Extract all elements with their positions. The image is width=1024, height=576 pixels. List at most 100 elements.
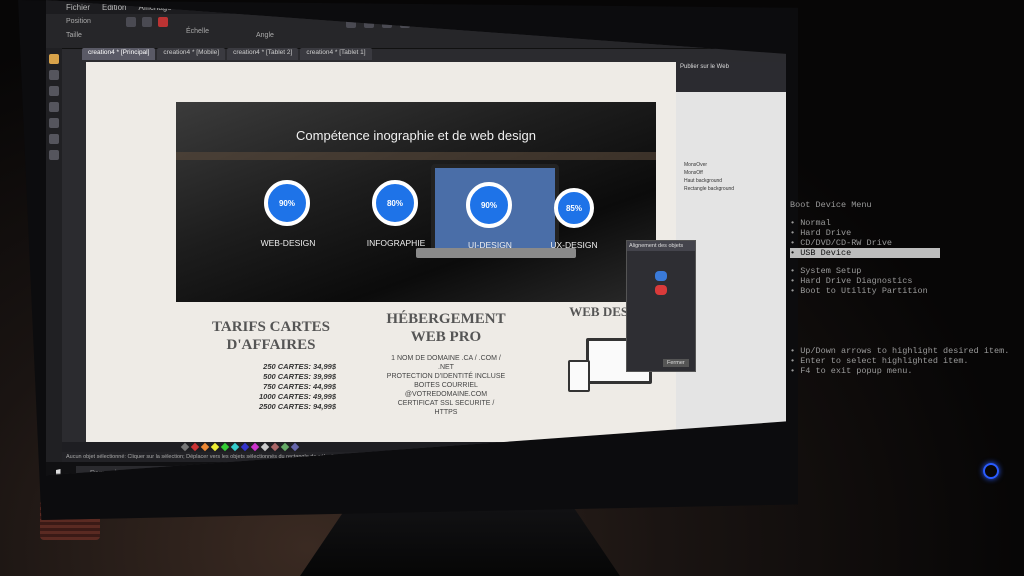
skill-circle: 90% — [466, 182, 512, 228]
swatch[interactable] — [270, 442, 280, 452]
text-tool-icon[interactable] — [49, 102, 59, 112]
align-red-icon[interactable] — [655, 285, 667, 295]
list-item: 750 CARTES: 44,99$ — [263, 382, 336, 391]
menu-aide[interactable]: Aide — [297, 3, 313, 12]
angle-label: Angle — [256, 32, 274, 39]
delete-icon[interactable] — [158, 17, 168, 27]
layer-item[interactable]: MonsOff — [684, 170, 744, 176]
list-item: 500 CARTES: 39,99$ — [263, 372, 336, 381]
skill-label: UI-DESIGN — [468, 240, 512, 250]
tablet-icon — [568, 360, 590, 392]
boot-item-label: Hard Drive — [800, 228, 852, 238]
boot-item-utility[interactable]: • Boot to Utility Partition — [790, 286, 1024, 296]
boot-item-cd[interactable]: • CD/DVD/CD-RW Drive — [790, 238, 1024, 248]
swatch[interactable] — [220, 442, 230, 452]
boot-item-label: USB Device — [800, 248, 852, 258]
hero-banner[interactable]: Compétence inographie et de web design 9… — [176, 102, 656, 302]
boot-help-line: • Enter to select highlighted item. — [790, 356, 969, 366]
boot-item-normal[interactable]: • Normal — [790, 218, 1024, 228]
left-toolbox — [46, 48, 62, 468]
swatch[interactable] — [240, 442, 250, 452]
open-icon[interactable] — [142, 17, 152, 27]
link-icon[interactable] — [382, 18, 392, 28]
tab-mobile[interactable]: creation4 * [Mobile] — [157, 48, 226, 60]
skill-label: UX-DESIGN — [550, 240, 598, 250]
settings-icon[interactable] — [400, 18, 410, 28]
align-blue-icon[interactable] — [655, 271, 667, 281]
edge-icon[interactable] — [274, 468, 284, 476]
power-icon[interactable] — [983, 463, 999, 479]
mail-icon[interactable] — [346, 468, 356, 476]
position-label: Position — [66, 18, 91, 25]
tab-principal[interactable]: creation4 * [Principal] — [82, 48, 156, 60]
layer-item[interactable]: MonsOver — [684, 162, 744, 168]
swatch[interactable] — [200, 442, 210, 452]
tab-tablet-1[interactable]: creation4 * [Tablet 1] — [300, 48, 372, 60]
cards-title: TARIFS CARTES D'AFFAIRES — [212, 319, 330, 353]
taskbar: Demandez-moi n'importe quoi 17:34 2016-1… — [46, 462, 786, 476]
hosting-list: 1 NOM DE DOMAINE .CA / .COM / .NET PROTE… — [386, 354, 506, 417]
rect-tool-icon[interactable] — [49, 86, 59, 96]
image-tool-icon[interactable] — [49, 134, 59, 144]
swatch[interactable] — [250, 442, 260, 452]
status-bar: Aucun objet sélectionné: Cliquer sur la … — [62, 452, 746, 462]
swatch[interactable] — [190, 442, 200, 452]
magnet-icon[interactable] — [346, 18, 356, 28]
design-canvas[interactable]: Compétence inographie et de web design 9… — [86, 62, 676, 442]
boot-item-label: Normal — [800, 218, 831, 228]
swatch[interactable] — [260, 442, 270, 452]
paint-icon[interactable] — [364, 18, 374, 28]
swatch[interactable] — [290, 442, 300, 452]
monitor: Fichier Edition Affichage Insérer Aligne… — [18, 0, 798, 520]
firefox-icon[interactable] — [310, 468, 320, 476]
layer-item[interactable]: Rectangle background — [684, 186, 744, 192]
layer-item[interactable]: Haut background — [684, 178, 744, 184]
menu-affichage[interactable]: Affichage — [138, 3, 171, 12]
zoom-tool-icon[interactable] — [49, 150, 59, 160]
tab-tablet-2[interactable]: creation4 * [Tablet 2] — [227, 48, 299, 60]
app-icon[interactable] — [364, 468, 374, 476]
alignment-dialog: Alignement des objets Fermer — [626, 240, 696, 372]
swatch[interactable] — [180, 442, 190, 452]
monitor-screen: Fichier Edition Affichage Insérer Aligne… — [46, 0, 786, 476]
skill-circle: 85% — [554, 188, 594, 228]
skill-label: INFOGRAPHIE — [366, 238, 426, 248]
document-tabs: creation4 * [Principal] creation4 * [Mob… — [82, 48, 372, 60]
list-item: 1000 CARTES: 49,99$ — [259, 392, 336, 401]
menu-aligner[interactable]: Aligner — [221, 3, 246, 12]
search-input[interactable]: Demandez-moi n'importe quoi — [76, 466, 246, 476]
store-icon[interactable] — [328, 468, 338, 476]
toolbar: Position Taille Échelle Angle — [46, 14, 786, 49]
taille-label: Taille — [66, 32, 82, 39]
boot-device-menu: Boot Device Menu • Normal • Hard Drive •… — [790, 200, 1024, 400]
close-dialog-button[interactable]: Fermer — [663, 359, 689, 367]
windows-start-icon[interactable] — [56, 469, 61, 476]
swatch[interactable] — [230, 442, 240, 452]
menu-edition[interactable]: Edition — [102, 3, 126, 12]
pen-tool-icon[interactable] — [49, 70, 59, 80]
boot-menu-title: Boot Device Menu — [790, 200, 872, 210]
boot-item-diagnostics[interactable]: • Hard Drive Diagnostics — [790, 276, 1024, 286]
boot-item-hdd[interactable]: • Hard Drive — [790, 228, 1024, 238]
menu-inserer[interactable]: Insérer — [184, 3, 209, 12]
boot-item-label: Boot to Utility Partition — [800, 286, 928, 296]
boot-item-setup[interactable]: • System Setup — [790, 266, 1024, 276]
shape-tool-icon[interactable] — [49, 118, 59, 128]
explorer-icon[interactable] — [292, 468, 302, 476]
swatch[interactable] — [280, 442, 290, 452]
color-palette — [62, 442, 702, 452]
boot-item-usb[interactable]: • USB Device — [790, 248, 940, 258]
menu-fichier[interactable]: Fichier — [66, 3, 90, 12]
menu-fenetre[interactable]: Fenêtre — [258, 3, 286, 12]
task-view-icon[interactable] — [256, 468, 266, 476]
select-tool-icon[interactable] — [49, 54, 59, 64]
publish-panel-title: Publier sur le Web — [676, 62, 786, 92]
shelf — [176, 152, 656, 160]
boot-item-label: CD/DVD/CD-RW Drive — [800, 238, 893, 248]
list-item: BOITES COURRIEL @VOTREDOMAINE.COM — [404, 382, 488, 398]
new-icon[interactable] — [126, 17, 136, 27]
swatch[interactable] — [210, 442, 220, 452]
skill-circle: 90% — [264, 180, 310, 226]
clock-time[interactable]: 17:34 — [729, 468, 744, 474]
boot-help-line: • Up/Down arrows to highlight desired it… — [790, 346, 1010, 356]
